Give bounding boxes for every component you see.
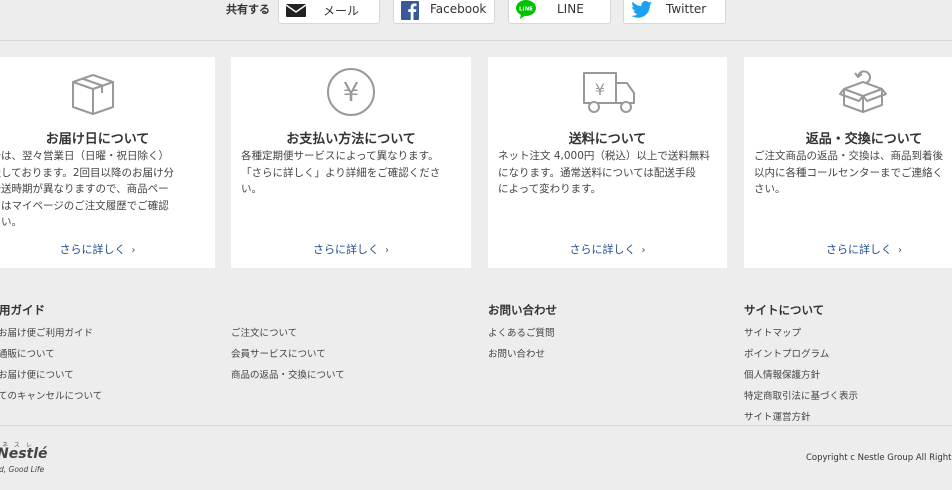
footer-link[interactable]: ご注文について [231, 325, 297, 339]
more-link-label: さらに詳しく [59, 243, 126, 256]
footer-link[interactable]: お届け便について [0, 367, 74, 381]
footer-divider [0, 425, 952, 426]
footer-link[interactable]: お問い合わせ [488, 346, 545, 360]
footer-contact-heading: お問い合わせ [488, 303, 557, 317]
share-mail-label: メール [323, 4, 360, 18]
box-icon [68, 67, 118, 117]
footer-link[interactable]: サイト運営方針 [744, 409, 811, 423]
card-payment-body: 各種定期便サービスによって異なります。 「さらに詳しく」より詳細をご確認くださ … [241, 150, 441, 195]
truck-icon: ¥ [582, 67, 638, 117]
footer-site-heading: サイトについて [744, 303, 825, 317]
share-line-label: LINE [557, 2, 584, 16]
more-link-label: さらに詳しく [826, 243, 892, 256]
footer-link[interactable]: 商品の返品・交換について [231, 367, 345, 381]
card-payment-more-link[interactable]: さらに詳しく › [231, 241, 471, 257]
card-returns-title: 返品・交換について [805, 132, 923, 147]
card-shipping-body: ネット注文 4,000円（税込）以上で送料無料 になります。通常送料については配… [498, 150, 710, 195]
line-icon-text: LINE [519, 7, 533, 13]
card-shipping-title: 送料について [568, 132, 647, 147]
card-delivery-date-body: 回分は、翌々営業日（日曜・祝日除く） 発送しております。2回目以降のお届け分 発… [0, 150, 174, 228]
more-link-label: さらに詳しく [313, 243, 379, 256]
more-link-label: さらに詳しく [569, 243, 636, 256]
share-label: 共有する [226, 3, 270, 16]
twitter-icon [631, 0, 653, 20]
chevron-right-icon: › [131, 245, 136, 256]
mail-icon [285, 0, 307, 20]
copyright-text: Copyright c Nestle Group All Rights [806, 453, 952, 463]
chevron-right-icon: › [641, 245, 646, 256]
share-twitter-label: Twitter [666, 2, 707, 16]
card-returns-body: ご注文商品の返品・交換は、商品到着後 以内に各種コールセンターまでご連絡く さい… [754, 150, 943, 195]
card-returns-more-link[interactable]: さらに詳しく › [744, 241, 952, 257]
share-bar: 共有する メール Facebook LINE LINE Twitter [0, 0, 952, 41]
chevron-right-icon: › [385, 245, 389, 256]
card-shipping-more-link[interactable]: さらに詳しく › [488, 241, 727, 257]
card-delivery-date-title: お届け日について [45, 132, 150, 147]
logo-name: Nestlé [0, 446, 48, 462]
chevron-right-icon: › [898, 245, 902, 256]
footer-guide-heading: 用ガイド [0, 303, 45, 317]
footer-link[interactable]: ポイントプログラム [744, 346, 829, 360]
share-facebook-label: Facebook [430, 2, 487, 16]
footer-link[interactable]: お届け便ご利用ガイド [0, 325, 93, 339]
share-mail-button[interactable]: メール [278, 0, 380, 24]
share-line-button[interactable]: LINE LINE [508, 0, 611, 24]
footer-link[interactable]: 個人情報保護方針 [744, 367, 820, 381]
footer-link[interactable]: 会員サービスについて [231, 346, 326, 360]
footer-link[interactable]: 特定商取引法に基づく表示 [744, 388, 858, 402]
yen-circle-icon: ¥ [326, 67, 376, 117]
card-delivery-date: お届け日について 回分は、翌々営業日（日曜・祝日除く） 発送しております。2回目… [0, 57, 215, 268]
card-shipping: ¥ 送料について ネット注文 4,000円（税込）以上で送料無料 になります。通… [488, 57, 727, 268]
facebook-icon [401, 0, 421, 20]
logo-tagline: d, Good Life [0, 465, 45, 474]
share-twitter-button[interactable]: Twitter [623, 0, 726, 24]
footer-link[interactable]: よくあるご質問 [488, 325, 555, 339]
return-box-icon [838, 67, 888, 117]
footer-link[interactable]: てのキャンセルについて [0, 388, 102, 402]
yen-symbol: ¥ [595, 80, 605, 99]
footer-link[interactable]: 通販について [0, 346, 55, 360]
card-returns: 返品・交換について ご注文商品の返品・交換は、商品到着後 以内に各種コールセンタ… [744, 57, 952, 268]
card-payment-title: お支払い方法について [286, 132, 416, 147]
card-delivery-date-more-link[interactable]: さらに詳しく › [0, 241, 215, 257]
share-facebook-button[interactable]: Facebook [393, 0, 495, 24]
card-payment: ¥ お支払い方法について 各種定期便サービスによって異なります。 「さらに詳しく… [231, 57, 471, 268]
line-icon: LINE [516, 0, 536, 20]
yen-symbol: ¥ [343, 78, 360, 108]
footer-link[interactable]: サイトマップ [744, 325, 801, 339]
